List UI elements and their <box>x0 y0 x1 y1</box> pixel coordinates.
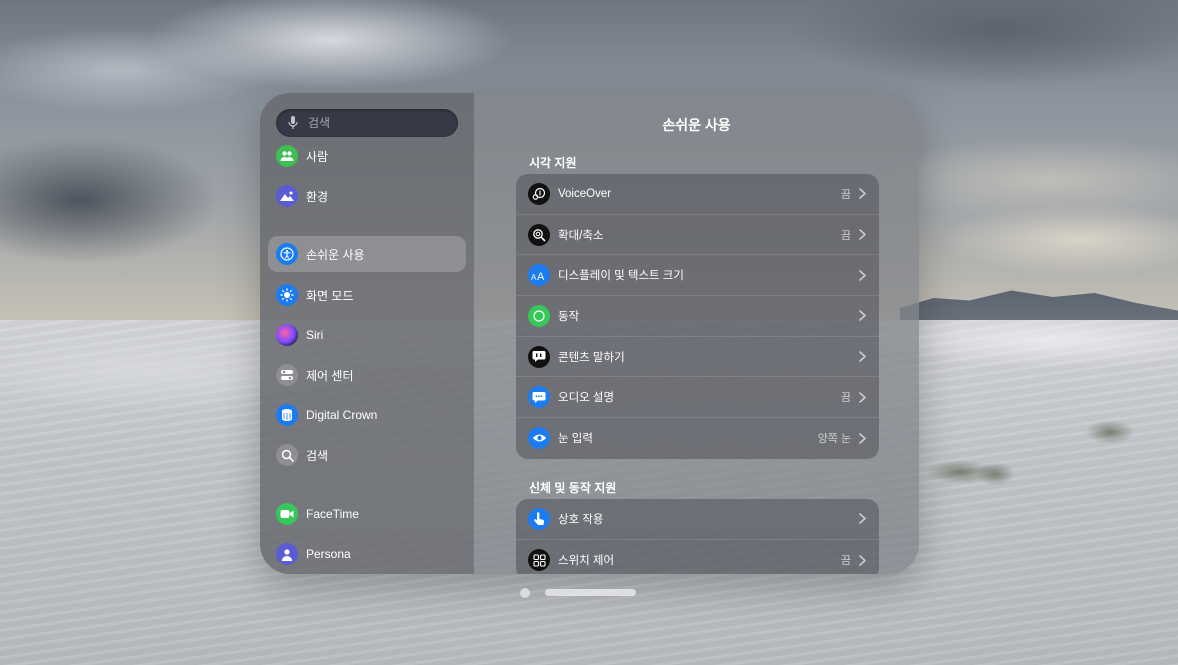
row-zoom[interactable]: 확대/축소 끔 <box>516 215 879 256</box>
sidebar-item-label: 환경 <box>306 189 329 204</box>
row-value: 끔 <box>840 188 851 201</box>
settings-group-vision: VoiceOver 끔 확대/축소 끔 AA 디스플레이 및 텍스트 크기 동작… <box>516 174 879 459</box>
page-title: 손쉬운 사용 <box>662 117 731 133</box>
row-label: 스위치 제어 <box>558 555 615 568</box>
chevron-right-icon <box>859 351 867 363</box>
row-label: 상호 작용 <box>558 513 604 526</box>
row-eye-input[interactable]: 눈 입력 양쪽 눈 <box>516 418 879 459</box>
sidebar-item-accessibility[interactable]: 손쉬운 사용 <box>268 236 466 272</box>
sidebar-item-label: 화면 모드 <box>306 288 354 303</box>
row-motion[interactable]: 동작 <box>516 296 879 337</box>
sidebar-item-label: Digital Crown <box>306 408 378 422</box>
row-label: 동작 <box>558 310 580 323</box>
search-input[interactable] <box>308 116 448 130</box>
text-size-icon: AA <box>528 264 550 287</box>
sidebar-item-persona[interactable]: Persona <box>268 536 466 572</box>
row-speak-content[interactable]: 콘텐츠 말하기 <box>516 337 879 378</box>
row-label: 콘텐츠 말하기 <box>558 351 625 364</box>
chevron-right-icon <box>859 229 867 241</box>
window-close-dot[interactable] <box>520 588 530 598</box>
interaction-icon <box>528 507 550 530</box>
svg-text:A: A <box>537 271 545 281</box>
row-label: 오디오 설명 <box>558 392 615 405</box>
zoom-icon <box>528 223 550 246</box>
audio-description-icon <box>528 386 550 409</box>
shrub <box>1085 420 1135 444</box>
sidebar-item-facetime[interactable]: FaceTime <box>268 496 466 532</box>
search-field[interactable] <box>276 109 458 137</box>
sidebar-item-label: Persona <box>306 547 351 561</box>
shrub <box>975 462 1015 486</box>
row-value: 끔 <box>840 555 851 568</box>
speak-content-icon <box>528 345 550 368</box>
row-label: 눈 입력 <box>558 433 593 446</box>
row-label: 디스플레이 및 텍스트 크기 <box>558 270 684 283</box>
sidebar-item-siri[interactable]: Siri <box>268 317 466 353</box>
siri-icon <box>276 324 298 346</box>
sidebar-item-label: 손쉬운 사용 <box>306 247 365 262</box>
chevron-right-icon <box>859 432 867 444</box>
row-interaction[interactable]: 상호 작용 <box>516 499 879 540</box>
sidebar-item-label: FaceTime <box>306 507 359 521</box>
row-switch-control[interactable]: 스위치 제어 끔 <box>516 540 879 574</box>
sidebar-item-label: Siri <box>306 328 324 342</box>
search-icon <box>276 444 298 466</box>
switch-control-icon <box>528 549 550 572</box>
sidebar-item-label: 제어 센터 <box>306 368 354 383</box>
section-title-physical-motor: 신체 및 동작 지원 <box>529 481 617 495</box>
motion-icon <box>528 304 550 327</box>
settings-window: 사람 환경 손쉬운 사용 화면 모드 Siri <box>260 93 919 574</box>
row-label: 확대/축소 <box>558 229 604 242</box>
facetime-icon <box>276 503 298 525</box>
main-panel: 손쉬운 사용 시각 지원 VoiceOver 끔 확대/축소 끔 A A 디스플… <box>474 93 919 574</box>
row-audio-description[interactable]: 오디오 설명 끔 <box>516 377 879 419</box>
sidebar-item-label: 검색 <box>306 448 329 463</box>
chevron-right-icon <box>859 391 867 403</box>
row-value: 끔 <box>840 392 851 405</box>
voiceover-icon <box>528 182 550 205</box>
persona-icon <box>276 543 298 565</box>
sidebar-item-control-center[interactable]: 제어 센터 <box>268 357 466 393</box>
chevron-right-icon <box>859 188 867 200</box>
sidebar-item-people[interactable]: 사람 <box>268 138 466 174</box>
environment-icon <box>276 185 298 207</box>
display-mode-icon <box>276 284 298 306</box>
chevron-right-icon <box>859 269 867 281</box>
sidebar: 사람 환경 손쉬운 사용 화면 모드 Siri <box>260 93 474 574</box>
microphone-icon[interactable] <box>286 116 300 130</box>
sidebar-item-search[interactable]: 검색 <box>268 437 466 473</box>
control-center-icon <box>276 364 298 386</box>
chevron-right-icon <box>859 310 867 322</box>
sidebar-item-display-mode[interactable]: 화면 모드 <box>268 277 466 313</box>
sidebar-item-label: 사람 <box>306 149 329 164</box>
row-value: 끔 <box>840 229 851 242</box>
digital-crown-icon <box>276 404 298 426</box>
eye-input-icon <box>528 427 550 450</box>
chevron-right-icon <box>859 513 867 525</box>
chevron-right-icon <box>859 554 867 566</box>
window-grabber-bar[interactable] <box>545 589 636 596</box>
row-label: VoiceOver <box>558 187 612 200</box>
row-value: 양쪽 눈 <box>817 433 851 446</box>
people-icon <box>276 145 298 167</box>
sidebar-item-digital-crown[interactable]: Digital Crown <box>268 397 466 433</box>
row-display-text-size[interactable]: AA 디스플레이 및 텍스트 크기 <box>516 255 879 297</box>
accessibility-icon <box>276 243 298 265</box>
section-title-vision: 시각 지원 <box>529 156 577 170</box>
row-voiceover[interactable]: VoiceOver 끔 <box>516 174 879 215</box>
sidebar-item-environment[interactable]: 환경 <box>268 178 466 214</box>
settings-group-physical-motor: 상호 작용 스위치 제어 끔 <box>516 499 879 574</box>
